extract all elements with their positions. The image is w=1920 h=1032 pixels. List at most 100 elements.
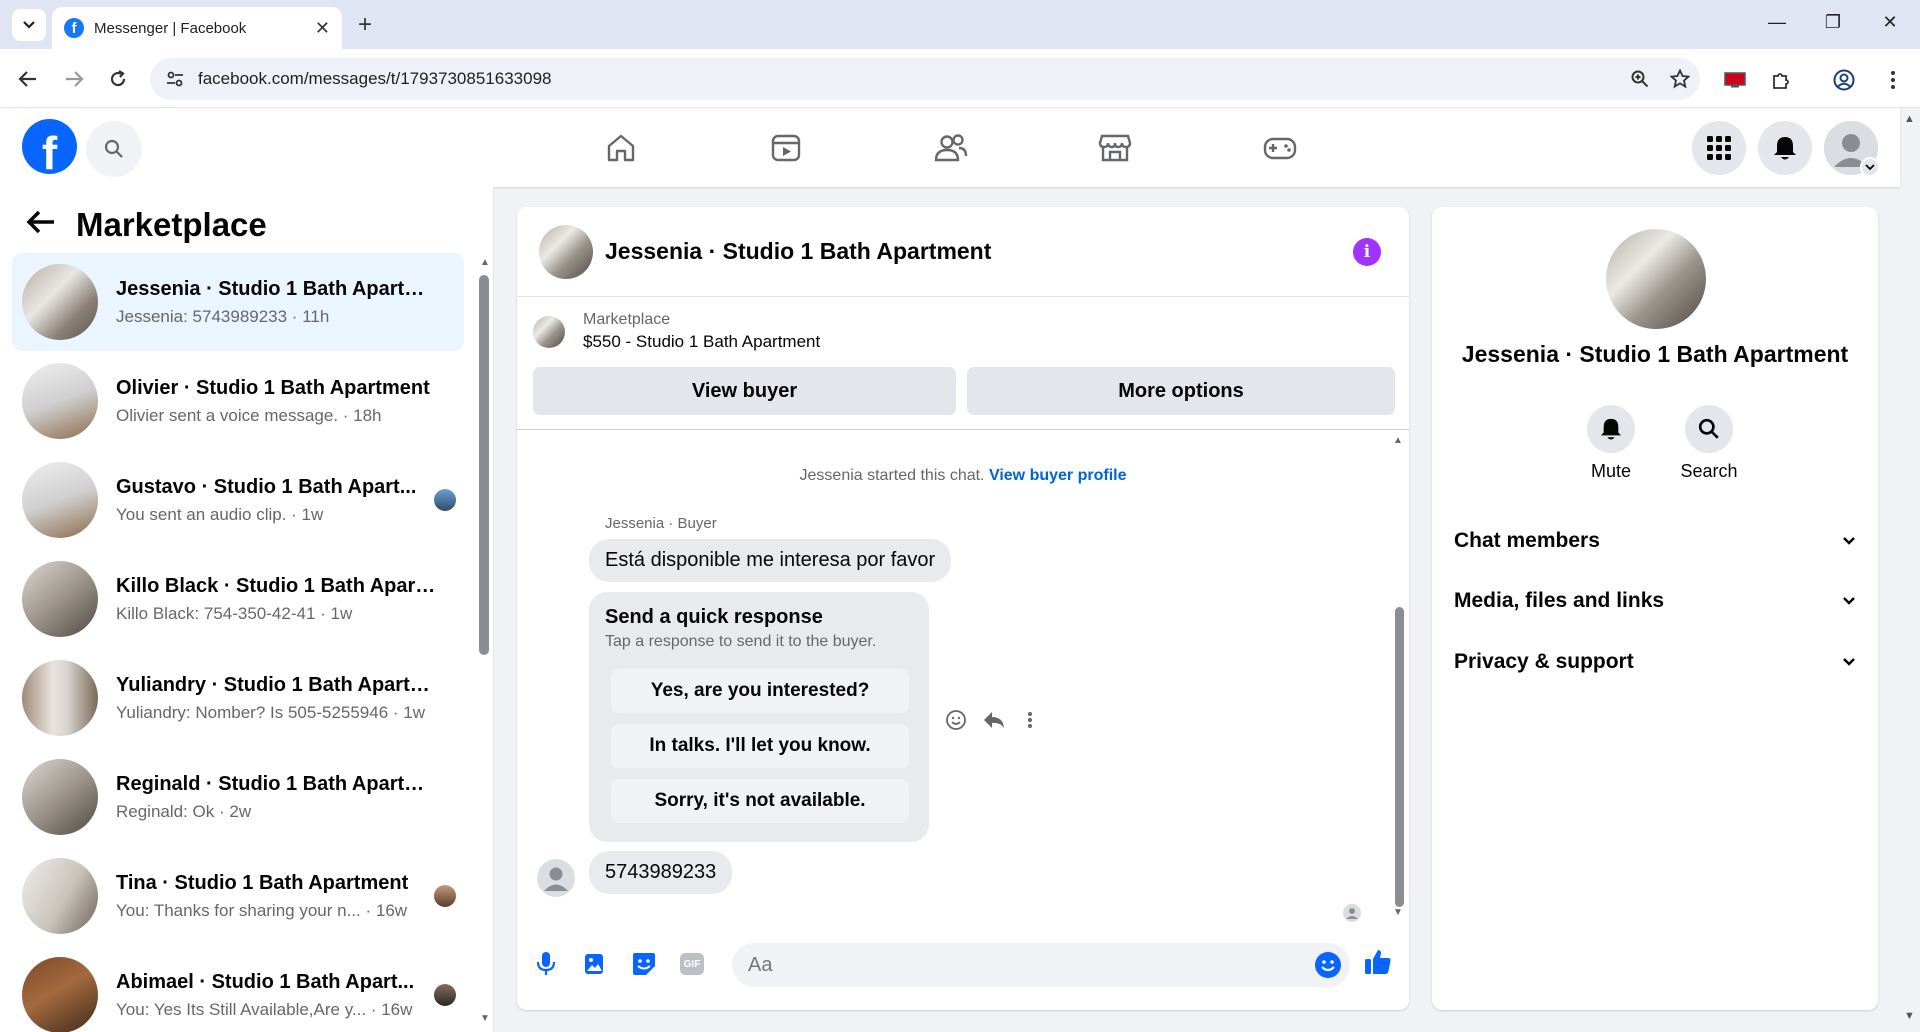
media-files-section[interactable]: Media, files and links bbox=[1454, 581, 1856, 621]
contact-photo[interactable] bbox=[1606, 229, 1706, 329]
forward-button[interactable] bbox=[60, 65, 88, 93]
conversation-name: Jessenia · Studio 1 Bath Apartment bbox=[116, 277, 436, 300]
message-bubble[interactable]: 5743989233 bbox=[589, 851, 733, 894]
message-bubble[interactable]: Está disponible me interesa por favor bbox=[589, 539, 952, 582]
back-arrow-icon[interactable] bbox=[26, 205, 56, 244]
message-input[interactable] bbox=[748, 953, 1288, 977]
bell-icon bbox=[1774, 137, 1796, 160]
gif-icon: GIF bbox=[680, 953, 704, 975]
react-emoji-icon[interactable] bbox=[941, 705, 971, 735]
more-options-button[interactable]: More options bbox=[967, 367, 1395, 415]
url-text[interactable]: facebook.com/messages/t/1793730851633098 bbox=[198, 69, 1620, 89]
sender-label: Jessenia · Buyer bbox=[605, 515, 717, 532]
conversation-sidebar: Marketplace Jessenia · Studio 1 Bath Apa… bbox=[0, 187, 494, 1032]
conversation-preview: You: Yes Its Still Available,Are y... · … bbox=[116, 999, 413, 1019]
emoji-picker-icon[interactable] bbox=[1314, 951, 1342, 984]
conversation-thumbnail bbox=[22, 264, 98, 340]
address-bar[interactable]: facebook.com/messages/t/1793730851633098 bbox=[150, 58, 1700, 100]
quick-response-option[interactable]: Sorry, it's not available. bbox=[611, 779, 909, 823]
browser-menu-icon[interactable] bbox=[1878, 65, 1908, 95]
page-scroll-down-icon[interactable]: ▼ bbox=[1904, 1010, 1915, 1022]
seen-avatar-icon bbox=[1343, 904, 1361, 927]
send-like-button[interactable] bbox=[1363, 947, 1393, 977]
notifications-button[interactable] bbox=[1758, 121, 1812, 175]
video-icon bbox=[771, 134, 801, 162]
mute-button[interactable]: Mute bbox=[1576, 405, 1646, 482]
site-info-icon[interactable] bbox=[158, 71, 192, 87]
section-label: Media, files and links bbox=[1454, 589, 1665, 612]
gaming-icon bbox=[1263, 137, 1297, 160]
contact-name: Jessenia · Studio 1 Bath Apartment bbox=[1461, 341, 1849, 367]
new-tab-button[interactable]: + bbox=[352, 11, 378, 38]
search-conversation-button[interactable]: Search bbox=[1674, 405, 1744, 482]
conversation-item[interactable]: Gustavo · Studio 1 Bath Apart... You sent… bbox=[12, 451, 464, 549]
chat-scroll-up-icon[interactable]: ▲ bbox=[1393, 435, 1403, 446]
chat-started-notice: Jessenia started this chat. View buyer p… bbox=[517, 467, 1409, 485]
conversation-item[interactable]: Jessenia · Studio 1 Bath Apartment Jessen… bbox=[12, 253, 464, 351]
sidebar-scrollbar[interactable] bbox=[479, 275, 489, 655]
tab-title: Messenger | Facebook bbox=[94, 19, 247, 37]
chat-scrollbar[interactable] bbox=[1395, 607, 1404, 907]
sidebar-scroll-up-icon[interactable]: ▲ bbox=[480, 257, 490, 268]
message-more-icon[interactable] bbox=[1015, 705, 1045, 735]
account-chevron-icon[interactable] bbox=[1860, 157, 1880, 177]
conversation-thumbnail bbox=[22, 759, 98, 835]
account-avatar[interactable] bbox=[1824, 121, 1880, 177]
cast-extension-icon[interactable] bbox=[1720, 65, 1750, 95]
quick-response-subtitle: Tap a response to send it to the buyer. bbox=[605, 633, 877, 650]
conversation-item[interactable]: Tina · Studio 1 Bath Apartment You: Thank… bbox=[12, 847, 464, 945]
conversation-item[interactable]: Olivier · Studio 1 Bath Apartment Olivier… bbox=[12, 352, 464, 450]
close-tab-icon[interactable]: ✕ bbox=[315, 18, 330, 39]
conversation-item[interactable]: Killo Black · Studio 1 Bath Apart... Kill… bbox=[12, 550, 464, 648]
nav-marketplace[interactable] bbox=[1095, 128, 1135, 168]
zoom-icon[interactable] bbox=[1620, 70, 1660, 88]
view-buyer-button[interactable]: View buyer bbox=[533, 367, 956, 415]
bell-icon bbox=[1600, 418, 1622, 440]
minimize-button[interactable]: — bbox=[1757, 12, 1797, 33]
tab-search-dropdown[interactable] bbox=[12, 9, 46, 41]
close-window-button[interactable]: ✕ bbox=[1870, 12, 1910, 33]
attach-photo-button[interactable] bbox=[579, 949, 609, 979]
marketplace-icon bbox=[1098, 134, 1132, 162]
message-composer[interactable] bbox=[732, 943, 1350, 987]
conversation-item[interactable]: Abimael · Studio 1 Bath Apart... You: Yes… bbox=[12, 946, 464, 1032]
menu-button[interactable] bbox=[1692, 121, 1746, 175]
view-buyer-profile-link[interactable]: View buyer profile bbox=[989, 467, 1127, 484]
chat-scroll-down-icon[interactable]: ▼ bbox=[1393, 907, 1403, 918]
nav-home[interactable] bbox=[601, 128, 641, 168]
conversation-item[interactable]: Reginald · Studio 1 Bath Apartm... Regina… bbox=[12, 748, 464, 846]
microphone-icon bbox=[536, 952, 556, 975]
gif-button[interactable]: GIF bbox=[677, 949, 707, 979]
sticker-button[interactable] bbox=[629, 949, 659, 979]
quick-response-option[interactable]: Yes, are you interested? bbox=[611, 669, 909, 713]
facebook-search-button[interactable] bbox=[86, 121, 142, 177]
profile-icon[interactable] bbox=[1829, 65, 1859, 95]
participant-mini-avatar bbox=[434, 984, 456, 1006]
facebook-logo[interactable]: f bbox=[22, 119, 77, 174]
bookmark-star-icon[interactable] bbox=[1660, 69, 1700, 89]
extensions-puzzle-icon[interactable] bbox=[1766, 65, 1796, 95]
maximize-button[interactable]: ❐ bbox=[1813, 12, 1853, 33]
sidebar-header: Marketplace bbox=[26, 205, 267, 244]
listing-summary[interactable]: Marketplace $550 - Studio 1 Bath Apartme… bbox=[533, 311, 820, 352]
info-button[interactable]: i bbox=[1353, 238, 1381, 266]
browser-tab[interactable]: f Messenger | Facebook ✕ bbox=[52, 7, 342, 49]
back-button[interactable] bbox=[14, 65, 42, 93]
voice-clip-button[interactable] bbox=[531, 949, 561, 979]
chat-avatar[interactable] bbox=[539, 224, 593, 279]
chat-title[interactable]: Jessenia · Studio 1 Bath Apartment bbox=[605, 238, 991, 265]
privacy-support-section[interactable]: Privacy & support bbox=[1454, 642, 1856, 682]
reply-icon[interactable] bbox=[979, 705, 1009, 735]
quick-response-option[interactable]: In talks. I'll let you know. bbox=[611, 724, 909, 768]
page-scroll-up-icon[interactable]: ▲ bbox=[1904, 113, 1915, 125]
chevron-down-icon bbox=[23, 21, 35, 29]
conversation-item[interactable]: Yuliandry · Studio 1 Bath Apartm... Yulia… bbox=[12, 649, 464, 747]
nav-gaming[interactable] bbox=[1260, 128, 1300, 168]
chat-members-section[interactable]: Chat members bbox=[1454, 521, 1856, 561]
reload-button[interactable] bbox=[104, 65, 132, 93]
quick-response-card: Send a quick response Tap a response to … bbox=[589, 592, 929, 842]
nav-video[interactable] bbox=[766, 128, 806, 168]
nav-friends[interactable] bbox=[931, 128, 971, 168]
sidebar-scroll-down-icon[interactable]: ▼ bbox=[480, 1013, 490, 1024]
search-icon bbox=[1698, 418, 1719, 439]
